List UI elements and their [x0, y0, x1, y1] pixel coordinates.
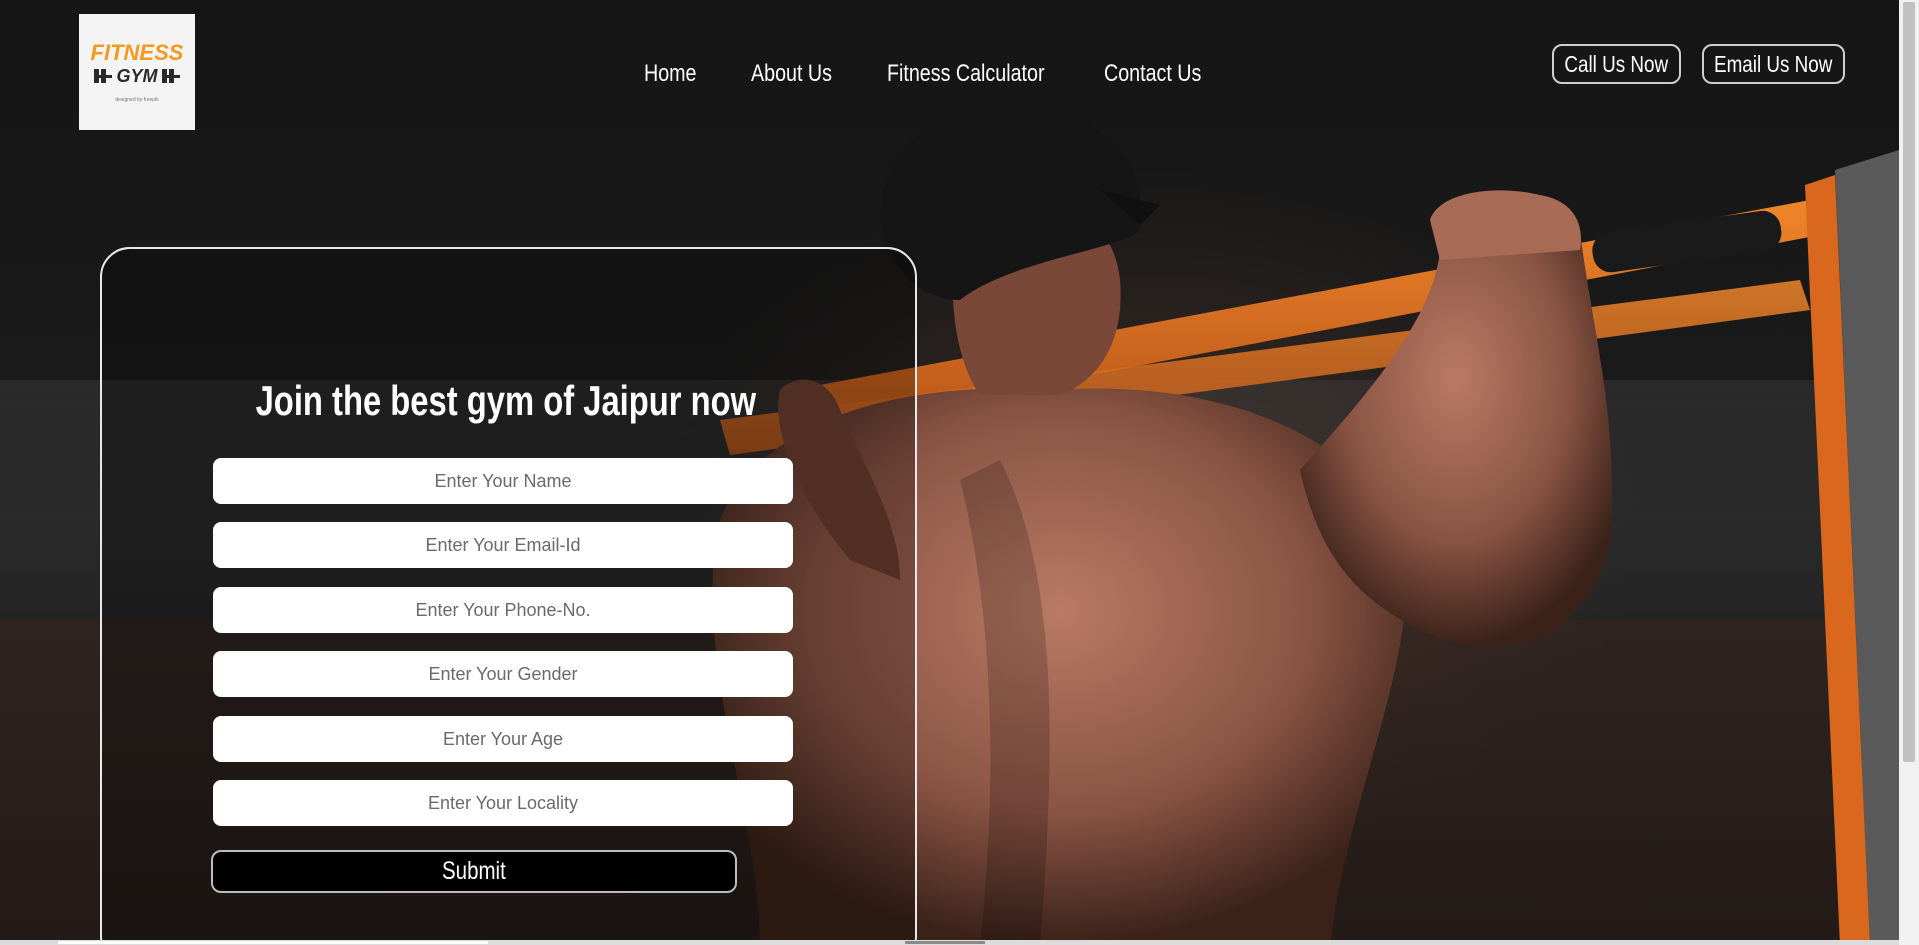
name-input[interactable] — [213, 458, 793, 504]
submit-label: Submit — [442, 857, 506, 885]
horizontal-scrollbar-segment — [905, 941, 985, 944]
horizontal-scrollbar-thumb[interactable] — [58, 941, 488, 944]
dumbbell-icon — [94, 69, 113, 83]
gender-input[interactable] — [213, 651, 793, 697]
nav-link-fitness-calculator[interactable]: Fitness Calculator — [887, 60, 1045, 88]
logo-tagline: designed by freepik — [115, 97, 159, 103]
brand-logo[interactable]: FITNESS GYM designed by freepik — [79, 14, 195, 130]
form-title-text: Join the best gym of Jaipur now — [255, 377, 757, 424]
logo-gym-row: GYM — [94, 65, 180, 87]
logo-text-gym: GYM — [116, 66, 158, 86]
vertical-scrollbar[interactable] — [1899, 0, 1919, 945]
call-us-button[interactable]: Call Us Now — [1552, 44, 1681, 84]
age-input[interactable] — [213, 716, 793, 762]
email-us-button[interactable]: Email Us Now — [1702, 44, 1845, 84]
nav-link-home[interactable]: Home — [644, 60, 697, 88]
page: FITNESS GYM designed by freepik Home Abo… — [0, 0, 1919, 945]
email-us-label: Email Us Now — [1714, 50, 1833, 77]
locality-input[interactable] — [213, 780, 793, 826]
phone-input[interactable] — [213, 587, 793, 633]
horizontal-scrollbar[interactable] — [0, 940, 1899, 945]
vertical-scrollbar-thumb[interactable] — [1903, 2, 1915, 762]
submit-button[interactable]: Submit — [211, 850, 737, 893]
nav-link-contact[interactable]: Contact Us — [1104, 60, 1201, 88]
nav-link-about[interactable]: About Us — [751, 60, 832, 88]
dumbbell-icon — [161, 69, 180, 83]
logo-text-fitness: FITNESS — [90, 40, 184, 65]
email-input[interactable] — [213, 522, 793, 568]
form-title: Join the best gym of Jaipur now — [181, 375, 831, 427]
call-us-label: Call Us Now — [1564, 50, 1669, 77]
